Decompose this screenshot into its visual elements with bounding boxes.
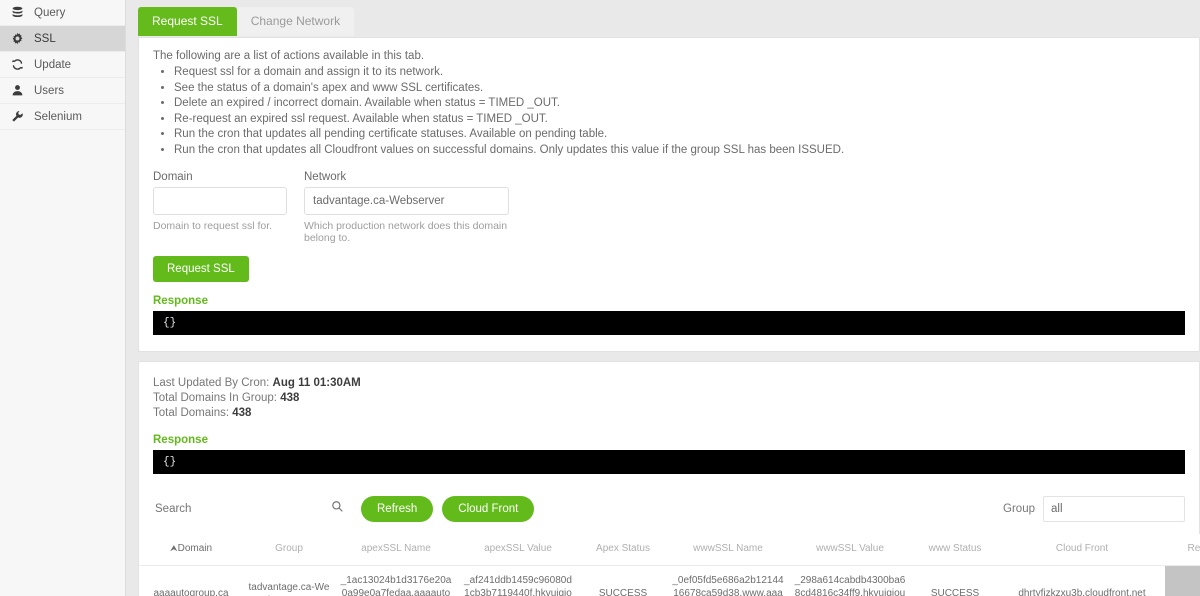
list-item: Re-request an expired ssl request. Avail… xyxy=(174,112,1185,128)
sidebar-item-label: Selenium xyxy=(34,110,82,123)
cell-cloud-front: dhrtyfizkzxu3b.cloudfront.net xyxy=(999,565,1165,596)
cloud-front-button[interactable]: Cloud Front xyxy=(442,496,535,522)
cell-apex-status: SUCCESS xyxy=(579,565,667,596)
domain-input[interactable] xyxy=(153,187,287,215)
search-icon[interactable] xyxy=(331,500,344,518)
response-output: {} xyxy=(153,311,1185,335)
total-domains-line: Total Domains: 438 xyxy=(153,406,1185,421)
list-item: See the status of a domain's apex and ww… xyxy=(174,81,1185,97)
sort-ascending-icon: ⮝ xyxy=(169,543,178,553)
domain-field-group: Domain Domain to request ssl for. xyxy=(153,171,287,244)
network-field-group: Network Which production network does th… xyxy=(304,171,509,244)
network-input[interactable] xyxy=(304,187,509,215)
cell-apexssl-value: _af241ddb1459c96080d1cb3b7119440f.hkvuiq… xyxy=(457,565,579,596)
tab-request-ssl[interactable]: Request SSL xyxy=(138,7,237,36)
wrench-icon xyxy=(10,109,25,124)
column-header-wwwssl-name[interactable]: wwwSSL Name xyxy=(667,534,789,566)
column-header-domain[interactable]: ⮝Domain xyxy=(139,534,243,566)
cron-status: Last Updated By Cron: Aug 11 01:30AM Tot… xyxy=(139,376,1199,446)
cell-wwwssl-value: _298a614cabdb4300ba68cd4816c34ff9.hkvuiq… xyxy=(789,565,911,596)
sidebar-item-label: Update xyxy=(34,58,72,71)
database-icon xyxy=(10,5,25,20)
actions-list: Request ssl for a domain and assign it t… xyxy=(153,65,1185,158)
domains-table: ⮝Domain Group apexSSL Name apexSSL Value… xyxy=(139,534,1200,596)
tab-change-network[interactable]: Change Network xyxy=(236,7,355,36)
cell-www-status: SUCCESS xyxy=(911,565,999,596)
table-header-row: ⮝Domain Group apexSSL Name apexSSL Value… xyxy=(139,534,1200,566)
column-header-apexssl-value[interactable]: apexSSL Value xyxy=(457,534,579,566)
total-domains-label: Total Domains: xyxy=(153,407,230,419)
cell-domain: aaaautogroup.ca xyxy=(139,565,243,596)
last-updated-label: Last Updated By Cron: xyxy=(153,377,270,389)
column-header-wwwssl-value[interactable]: wwwSSL Value xyxy=(789,534,911,566)
search-box[interactable] xyxy=(153,500,353,518)
sidebar-item-label: SSL xyxy=(34,32,56,45)
sidebar-item-update[interactable]: Update xyxy=(0,52,125,78)
main-content: Request SSL Change Network The following… xyxy=(126,0,1200,596)
total-in-group-value: 438 xyxy=(280,392,300,404)
column-header-request-again[interactable]: Request Again xyxy=(1165,534,1200,566)
total-in-group-line: Total Domains In Group: 438 xyxy=(153,391,1185,406)
list-item: Request ssl for a domain and assign it t… xyxy=(174,65,1185,81)
column-header-cloud-front[interactable]: Cloud Front xyxy=(999,534,1165,566)
refresh-icon xyxy=(10,57,25,72)
cell-apexssl-name: _1ac13024b1d3176e20a0a99e0a7fedaa.aaaaut… xyxy=(335,565,457,596)
cell-wwwssl-name: _0ef05fd5e686a2b1214416678ca59d38.www.aa… xyxy=(667,565,789,596)
last-updated-value: Aug 11 01:30AM xyxy=(272,377,361,389)
gear-icon xyxy=(10,31,25,46)
domain-label: Domain xyxy=(153,171,193,183)
total-domains-value: 438 xyxy=(232,407,252,419)
last-updated-line: Last Updated By Cron: Aug 11 01:30AM xyxy=(153,376,1185,391)
tab-bar: Request SSL Change Network xyxy=(132,0,1200,37)
column-header-group[interactable]: Group xyxy=(243,534,335,566)
response-label: Response xyxy=(153,295,208,307)
sidebar-item-selenium[interactable]: Selenium xyxy=(0,104,125,130)
network-help: Which production network does this domai… xyxy=(304,220,508,244)
cell-request-again[interactable]: N/A xyxy=(1165,565,1200,596)
cron-response-label: Response xyxy=(153,434,208,446)
table-toolbar: Refresh Cloud Front Group xyxy=(139,484,1199,534)
sidebar-item-users[interactable]: Users xyxy=(0,78,125,104)
request-ssl-button[interactable]: Request SSL xyxy=(153,256,249,282)
group-filter: Group xyxy=(1003,496,1185,522)
table-body: aaaautogroup.ca tadvantage.ca-Webserver-… xyxy=(139,565,1200,596)
domains-panel: Last Updated By Cron: Aug 11 01:30AM Tot… xyxy=(138,361,1200,596)
total-in-group-label: Total Domains In Group: xyxy=(153,392,278,404)
column-header-label: Domain xyxy=(177,543,213,554)
group-input[interactable] xyxy=(1043,496,1185,522)
refresh-button[interactable]: Refresh xyxy=(361,496,434,522)
sidebar-item-label: Query xyxy=(34,6,66,19)
ssl-request-form: Domain Domain to request ssl for. Networ… xyxy=(153,171,1185,244)
request-ssl-panel: The following are a list of actions avai… xyxy=(138,37,1200,352)
toolbar-buttons: Refresh Cloud Front xyxy=(361,496,535,522)
group-label: Group xyxy=(1003,503,1035,515)
network-label: Network xyxy=(304,171,347,183)
list-item: Delete an expired / incorrect domain. Av… xyxy=(174,96,1185,112)
sidebar-item-query[interactable]: Query xyxy=(0,0,125,26)
column-header-www-status[interactable]: www Status xyxy=(911,534,999,566)
domain-help: Domain to request ssl for. xyxy=(153,220,273,232)
cell-group: tadvantage.ca-Webserver-2 xyxy=(243,565,335,596)
sidebar: Query SSL Update Users Selenium xyxy=(0,0,126,596)
panel-intro: The following are a list of actions avai… xyxy=(153,50,425,62)
column-header-apex-status[interactable]: Apex Status xyxy=(579,534,667,566)
list-item: Run the cron that updates all pending ce… xyxy=(174,127,1185,143)
table-row[interactable]: aaaautogroup.ca tadvantage.ca-Webserver-… xyxy=(139,565,1200,596)
column-header-apexssl-name[interactable]: apexSSL Name xyxy=(335,534,457,566)
app-root: Query SSL Update Users Selenium Request … xyxy=(0,0,1200,596)
search-input[interactable] xyxy=(153,502,331,516)
user-icon xyxy=(10,83,25,98)
list-item: Run the cron that updates all Cloudfront… xyxy=(174,143,1185,159)
sidebar-item-ssl[interactable]: SSL xyxy=(0,26,125,52)
sidebar-item-label: Users xyxy=(34,84,65,97)
cron-response-output: {} xyxy=(153,450,1185,474)
